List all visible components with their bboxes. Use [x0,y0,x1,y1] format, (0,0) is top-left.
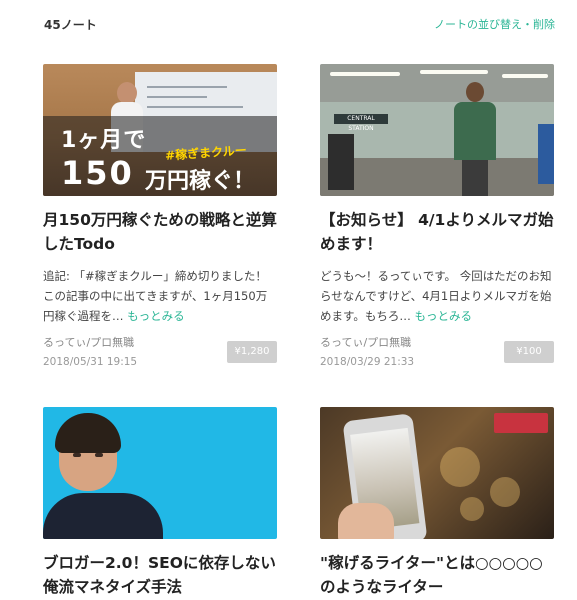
station-sign: CENTRAL STATION [334,114,388,132]
ticket-machine-image [328,134,354,190]
price-badge: ¥1,280 [227,341,277,363]
red-sign-image [494,413,548,433]
person-head-image [466,82,484,102]
note-title[interactable]: ブロガー2.0！SEOに依存しない俺流マネタイズ手法 [43,551,277,599]
blue-sign-image [538,124,554,184]
bokeh-light [440,447,480,487]
thumbnail-text-line2: 万円稼ぐ！ [145,169,256,194]
ceiling-light [502,74,548,78]
note-card[interactable]: ブロガー2.0！SEOに依存しない俺流マネタイズ手法 [43,407,277,599]
hand-image [338,503,394,539]
note-card[interactable]: 1ヶ月で #稼ぎまクルー 150 万円稼ぐ！ 月150万円稼ぐための戦略と逆算し… [43,64,277,368]
note-title[interactable]: "稼げるライター"とは○○○○○のようなライター [320,551,554,599]
note-card[interactable]: "稼げるライター"とは○○○○○のようなライター [320,407,554,599]
read-more-link[interactable]: もっとみる [415,309,473,323]
note-thumbnail[interactable]: 1ヶ月で #稼ぎまクルー 150 万円稼ぐ！ [43,64,277,196]
bokeh-light [460,497,484,521]
note-excerpt: 追記: 「#稼ぎまクルー」締め切りました！この記事の中に出てきますが、1ヶ月15… [43,266,277,326]
note-title[interactable]: 月150万円稼ぐための戦略と逆算したTodo [43,208,277,256]
note-title[interactable]: 【お知らせ】 4/1よりメルマガ始めます！ [320,208,554,256]
thumbnail-text-line1: 1ヶ月で [61,128,147,153]
note-thumbnail[interactable] [43,407,277,539]
read-more-link[interactable]: もっとみる [127,309,185,323]
note-count: 45ノート [44,18,97,32]
note-excerpt: どうも〜！るってぃです。 今回はただのお知らせなんですけど、4月1日よりメルマガ… [320,266,554,326]
price-badge: ¥100 [504,341,554,363]
person-legs-image [462,160,488,196]
note-card[interactable]: CENTRAL STATION 【お知らせ】 4/1よりメルマガ始めます！ どう… [320,64,554,368]
notes-header: 45ノート ノートの並び替え・削除 [0,0,577,50]
station-floor-image [320,158,554,196]
person-image [454,102,496,160]
bokeh-light [490,477,520,507]
thumbnail-text-number: 150 [61,154,134,192]
ceiling-light [330,72,400,76]
portrait-shirt-image [43,493,163,539]
ceiling-light [420,70,488,74]
note-thumbnail[interactable] [320,407,554,539]
sort-delete-link[interactable]: ノートの並び替え・削除 [434,16,555,32]
note-thumbnail[interactable]: CENTRAL STATION [320,64,554,196]
portrait-eye [73,453,81,457]
portrait-eye [95,453,103,457]
